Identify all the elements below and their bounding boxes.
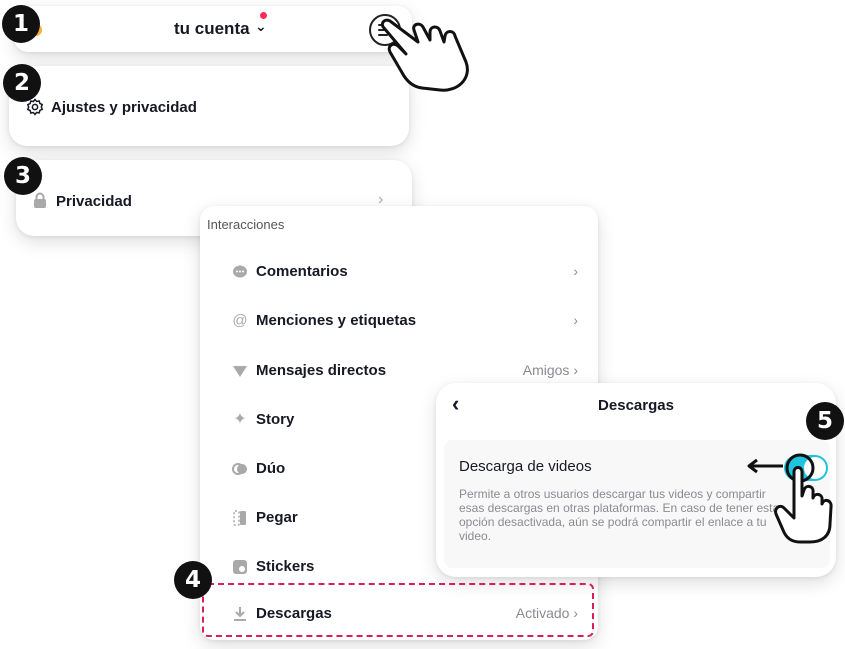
list-item-value: Amigos › [523,362,578,378]
list-item-label: Pegar [256,509,298,526]
downloads-panel: ‹ Descargas Descarga de videos Permite a… [436,383,836,577]
gear-icon [26,98,44,121]
chevron-right-icon: › [573,263,578,279]
chevron-right-icon: › [573,362,578,378]
toggle-knob [804,457,826,479]
list-item-label: Comentarios [256,263,348,280]
send-icon [232,363,248,379]
chevron-right-icon: › [573,312,578,328]
settings-menu-item[interactable]: Ajustes y privacidad [9,66,409,146]
list-item-label: Menciones y etiquetas [256,312,417,329]
list-item-label: Dúo [256,460,286,477]
list-item-label: Mensajes directos [256,362,387,379]
chevron-down-icon[interactable]: ⌄ [255,18,267,35]
lock-icon [33,192,47,213]
notification-dot [260,12,267,19]
section-title: Interacciones [207,217,285,232]
sparkle-icon: ✦ [233,411,247,428]
comment-icon [232,264,248,280]
settings-label: Ajustes y privacidad [51,99,197,116]
list-item-label: Story [256,411,295,428]
option-label: Descarga de videos [459,458,592,475]
step-badge: 3 [4,157,42,195]
download-toggle[interactable] [784,455,828,481]
step-badge: 4 [174,561,212,599]
step-badge: 5 [806,402,844,440]
option-description: Permite a otros usuarios descargar tus v… [459,487,780,543]
privacy-label: Privacidad [56,193,132,210]
account-switcher-title[interactable]: tu cuenta [174,19,250,39]
step-badge: 2 [3,64,41,102]
value-text: Amigos [522,362,570,378]
list-item-label: Stickers [256,558,315,575]
highlight-box [202,583,594,637]
stitch-icon [232,510,248,526]
hamburger-menu-icon[interactable] [369,14,401,46]
panel-title: Descargas [598,397,674,414]
duet-icon [232,461,248,477]
account-header: tu cuenta ⌄ [14,6,412,52]
list-item-comentarios[interactable]: Comentarios › [200,258,598,288]
sticker-icon [232,559,248,575]
at-icon: @ [232,312,248,329]
download-option: Descarga de videos Permite a otros usuar… [444,440,830,568]
step-badge: 1 [2,5,40,43]
list-item-menciones[interactable]: @ Menciones y etiquetas › [200,307,598,337]
